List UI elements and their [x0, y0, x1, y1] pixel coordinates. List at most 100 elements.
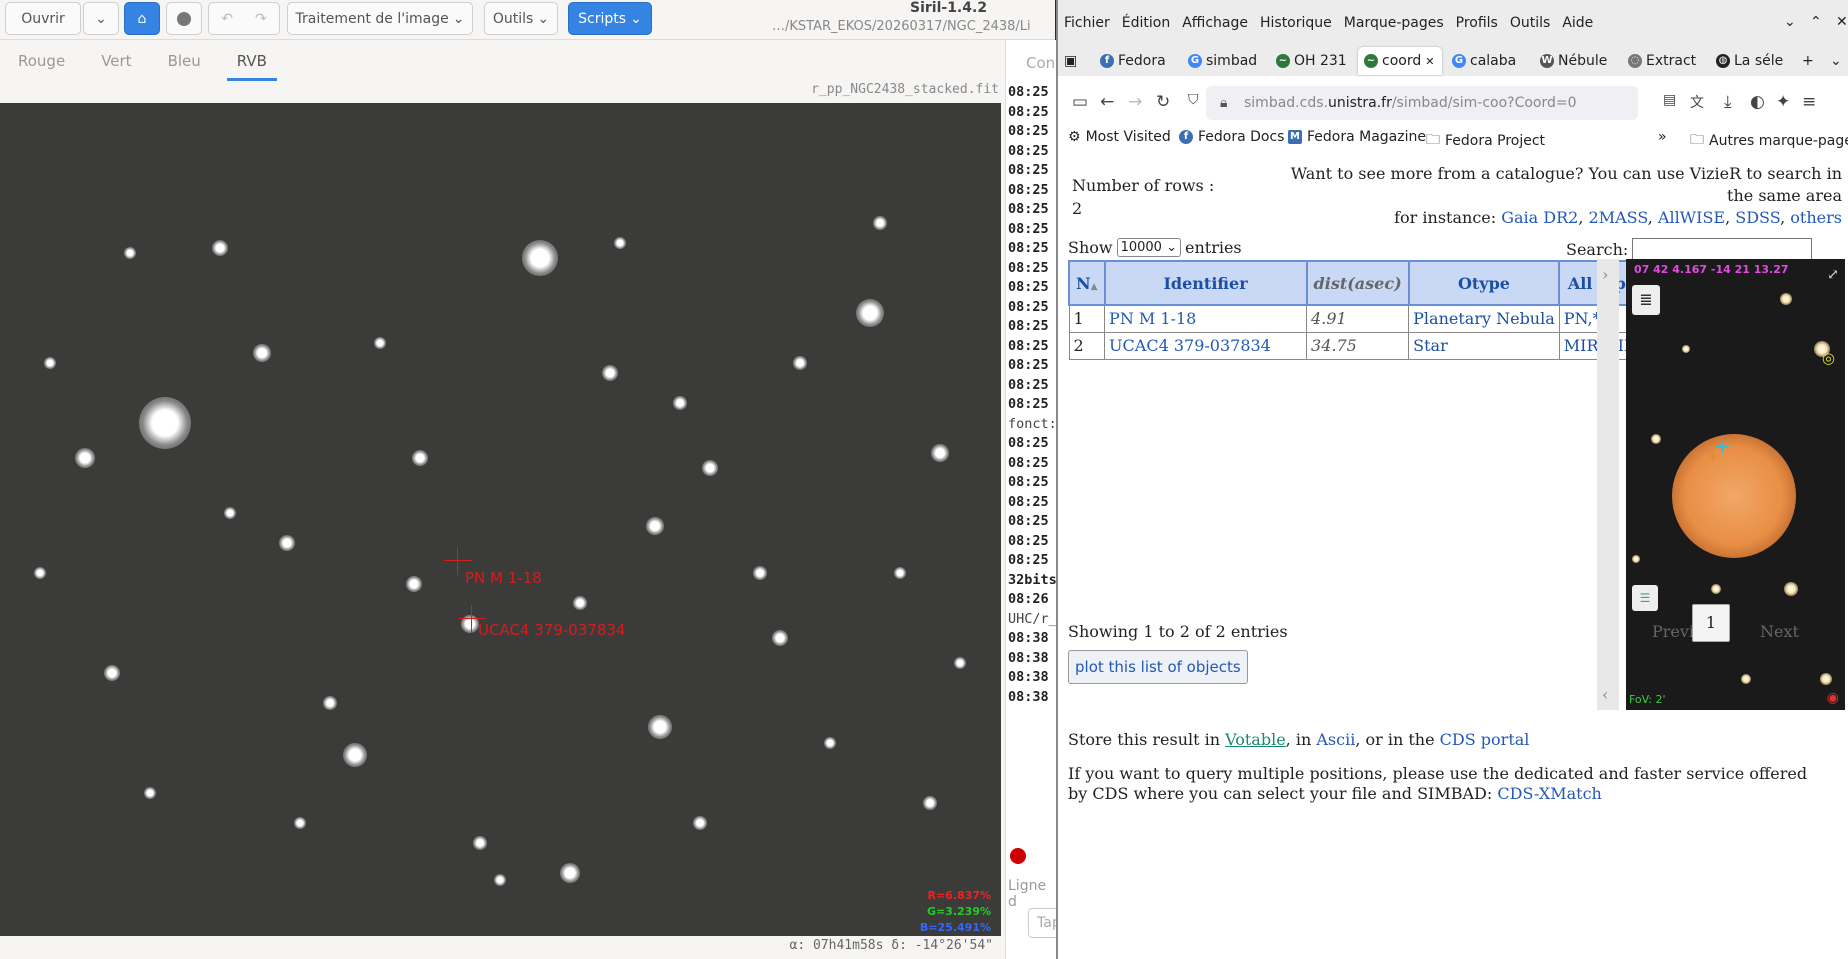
link-2mass[interactable]: 2MASS	[1589, 208, 1648, 227]
browser-tab[interactable]: ◍ La séle	[1710, 47, 1794, 75]
next-button[interactable]: Next	[1760, 622, 1799, 641]
objects-list-icon[interactable]: ☰	[1632, 585, 1658, 611]
close-tab-icon[interactable]: ✕	[1425, 55, 1434, 68]
tab-green[interactable]: Vert	[83, 46, 149, 81]
fullscreen-icon[interactable]: ⤢	[1827, 267, 1839, 283]
menu-history[interactable]: Historique	[1260, 15, 1332, 31]
sidebar-icon[interactable]: ▭	[1072, 92, 1088, 112]
reload-icon[interactable]: ↻	[1156, 92, 1170, 112]
download-icon[interactable]: ⤓	[1724, 92, 1732, 112]
record-button[interactable]	[166, 2, 202, 35]
link-allwise[interactable]: AllWISE	[1658, 208, 1725, 227]
col-otype[interactable]: Otype	[1407, 260, 1561, 306]
table-header-row: N▲ Identifier dist(asec) Otype All types	[1068, 260, 1655, 306]
close-icon[interactable]: ✕	[1836, 14, 1848, 30]
plus-icon: +	[1802, 53, 1814, 69]
tab-rgb[interactable]: RVB	[219, 46, 285, 81]
votable-link[interactable]: Votable	[1225, 730, 1286, 749]
green-stat: G=3.239%	[926, 905, 991, 918]
star	[1682, 345, 1690, 353]
col-n[interactable]: N▲	[1068, 260, 1106, 306]
cell-identifier: PN M 1-18	[1104, 304, 1308, 333]
ascii-link[interactable]: Ascii	[1316, 730, 1355, 749]
page-1-button[interactable]: 1	[1692, 604, 1730, 642]
search-input[interactable]	[1632, 238, 1813, 260]
panel-toggle-strip[interactable]: › ‹	[1597, 259, 1619, 710]
translate-icon[interactable]: 文	[1690, 92, 1704, 112]
home-icon: ⌂	[137, 10, 147, 27]
tab-blue[interactable]: Bleu	[150, 46, 219, 81]
star	[212, 240, 228, 256]
star	[139, 397, 191, 449]
browser-tab[interactable]: ◌ Extract	[1622, 47, 1706, 75]
forward-icon[interactable]: →	[1128, 92, 1142, 112]
link-sdss[interactable]: SDSS	[1735, 208, 1780, 227]
browser-tab[interactable]: W Nébule	[1534, 47, 1618, 75]
menu-file[interactable]: Fichier	[1064, 15, 1110, 31]
link-others[interactable]: others	[1790, 208, 1842, 227]
object-link[interactable]: UCAC4 379-037834	[1109, 336, 1271, 355]
menu-edit[interactable]: Édition	[1122, 15, 1170, 31]
aladin-sky-viewer[interactable]: 07 42 4.167 -14 21 13.27 ⤢ ≣ ☰ FoV: 2' +…	[1626, 259, 1845, 710]
tab-overview-button[interactable]: ▣	[1064, 47, 1086, 75]
star	[494, 874, 506, 886]
entries-label: entries	[1184, 238, 1242, 257]
menu-tools[interactable]: Outils	[1510, 15, 1550, 31]
url-bar[interactable]: 🔒︎ simbad.cds. unistra.fr/simbad/sim-coo?…	[1206, 86, 1638, 120]
redo-icon[interactable]: ↷	[255, 11, 267, 27]
star	[931, 444, 949, 462]
star	[1741, 674, 1751, 684]
col-dist[interactable]: dist(asec)	[1305, 260, 1410, 306]
log-line: 08:25	[1008, 474, 1049, 490]
bookmark-fedora-project[interactable]: 🗀 Fedora Project	[1426, 129, 1545, 153]
menu-view[interactable]: Affichage	[1182, 15, 1248, 31]
bookmark-other[interactable]: 🗀 Autres marque-pages	[1690, 129, 1848, 153]
plot-list-button[interactable]: plot this list of objects	[1068, 650, 1248, 684]
object-link[interactable]: PN M 1-18	[1109, 309, 1196, 328]
star	[954, 657, 966, 669]
open-recent-button[interactable]: ⌄	[83, 2, 119, 35]
image-canvas[interactable]: PN M 1-18 UCAC4 379-037834 R=6.837% G=3.…	[0, 103, 1001, 936]
all-tabs-button[interactable]: ⌄	[1830, 47, 1842, 75]
siril-toolbar: Ouvrir ⌄ ⌂ ↶ ↷ Traitement de l'image ⌄ Ou…	[0, 0, 1055, 40]
home-button[interactable]: ⌂	[124, 2, 160, 35]
open-button[interactable]: Ouvrir	[5, 2, 81, 35]
col-identifier[interactable]: Identifier	[1103, 260, 1308, 306]
undo-icon[interactable]: ↶	[221, 11, 233, 27]
menu-bookmarks[interactable]: Marque-pages	[1344, 15, 1444, 31]
bookmarks-overflow[interactable]: »	[1658, 129, 1667, 145]
account-icon[interactable]: ◐	[1750, 92, 1765, 112]
bookmark-fedora-magazine[interactable]: M Fedora Magazine	[1288, 129, 1426, 145]
shield-icon[interactable]: ⛉	[1188, 92, 1199, 108]
bookmark-most-visited[interactable]: ⚙ Most Visited	[1068, 129, 1171, 145]
tab-red[interactable]: Rouge	[0, 46, 83, 81]
xmatch-link[interactable]: CDS-XMatch	[1497, 784, 1601, 803]
browser-tab[interactable]: f Fedora	[1094, 47, 1178, 75]
link-gaia[interactable]: Gaia DR2	[1501, 208, 1578, 227]
browser-tab[interactable]: ~ OH 231	[1270, 47, 1354, 75]
reader-view-icon[interactable]: ▤	[1663, 92, 1676, 108]
scripts-menu[interactable]: Scripts ⌄	[568, 2, 652, 35]
new-tab-button[interactable]: +	[1802, 47, 1814, 75]
menu-icon[interactable]: ≡	[1802, 92, 1816, 112]
cds-portal-link[interactable]: CDS portal	[1440, 730, 1530, 749]
back-icon[interactable]: ←	[1100, 92, 1114, 112]
menu-profiles[interactable]: Profils	[1456, 15, 1498, 31]
minimize-icon[interactable]: ⌄	[1784, 14, 1796, 30]
tab-console[interactable]: Con	[1026, 54, 1055, 72]
maximize-icon[interactable]: ⌃	[1810, 14, 1822, 30]
menu-help[interactable]: Aide	[1562, 15, 1593, 31]
tools-menu[interactable]: Outils ⌄	[484, 2, 558, 35]
extensions-icon[interactable]: ✦	[1776, 92, 1790, 112]
browser-tab[interactable]: ~ coord ✕	[1358, 47, 1442, 75]
image-processing-menu[interactable]: Traitement de l'image ⌄	[287, 2, 473, 35]
browser-tab[interactable]: Gsimbad	[1182, 47, 1266, 75]
log-line: 08:25	[1008, 376, 1049, 393]
bookmark-label: Fedora Docs	[1198, 129, 1285, 145]
layers-icon[interactable]: ≣	[1632, 285, 1660, 315]
command-input[interactable]: Tap	[1028, 908, 1057, 938]
firefox-window: Fichier Édition Affichage Historique Mar…	[1056, 0, 1848, 959]
browser-tab[interactable]: Gcalaba	[1446, 47, 1530, 75]
entries-select[interactable]: 10000 ⌄	[1116, 238, 1181, 257]
bookmark-fedora-docs[interactable]: f Fedora Docs	[1179, 129, 1284, 145]
